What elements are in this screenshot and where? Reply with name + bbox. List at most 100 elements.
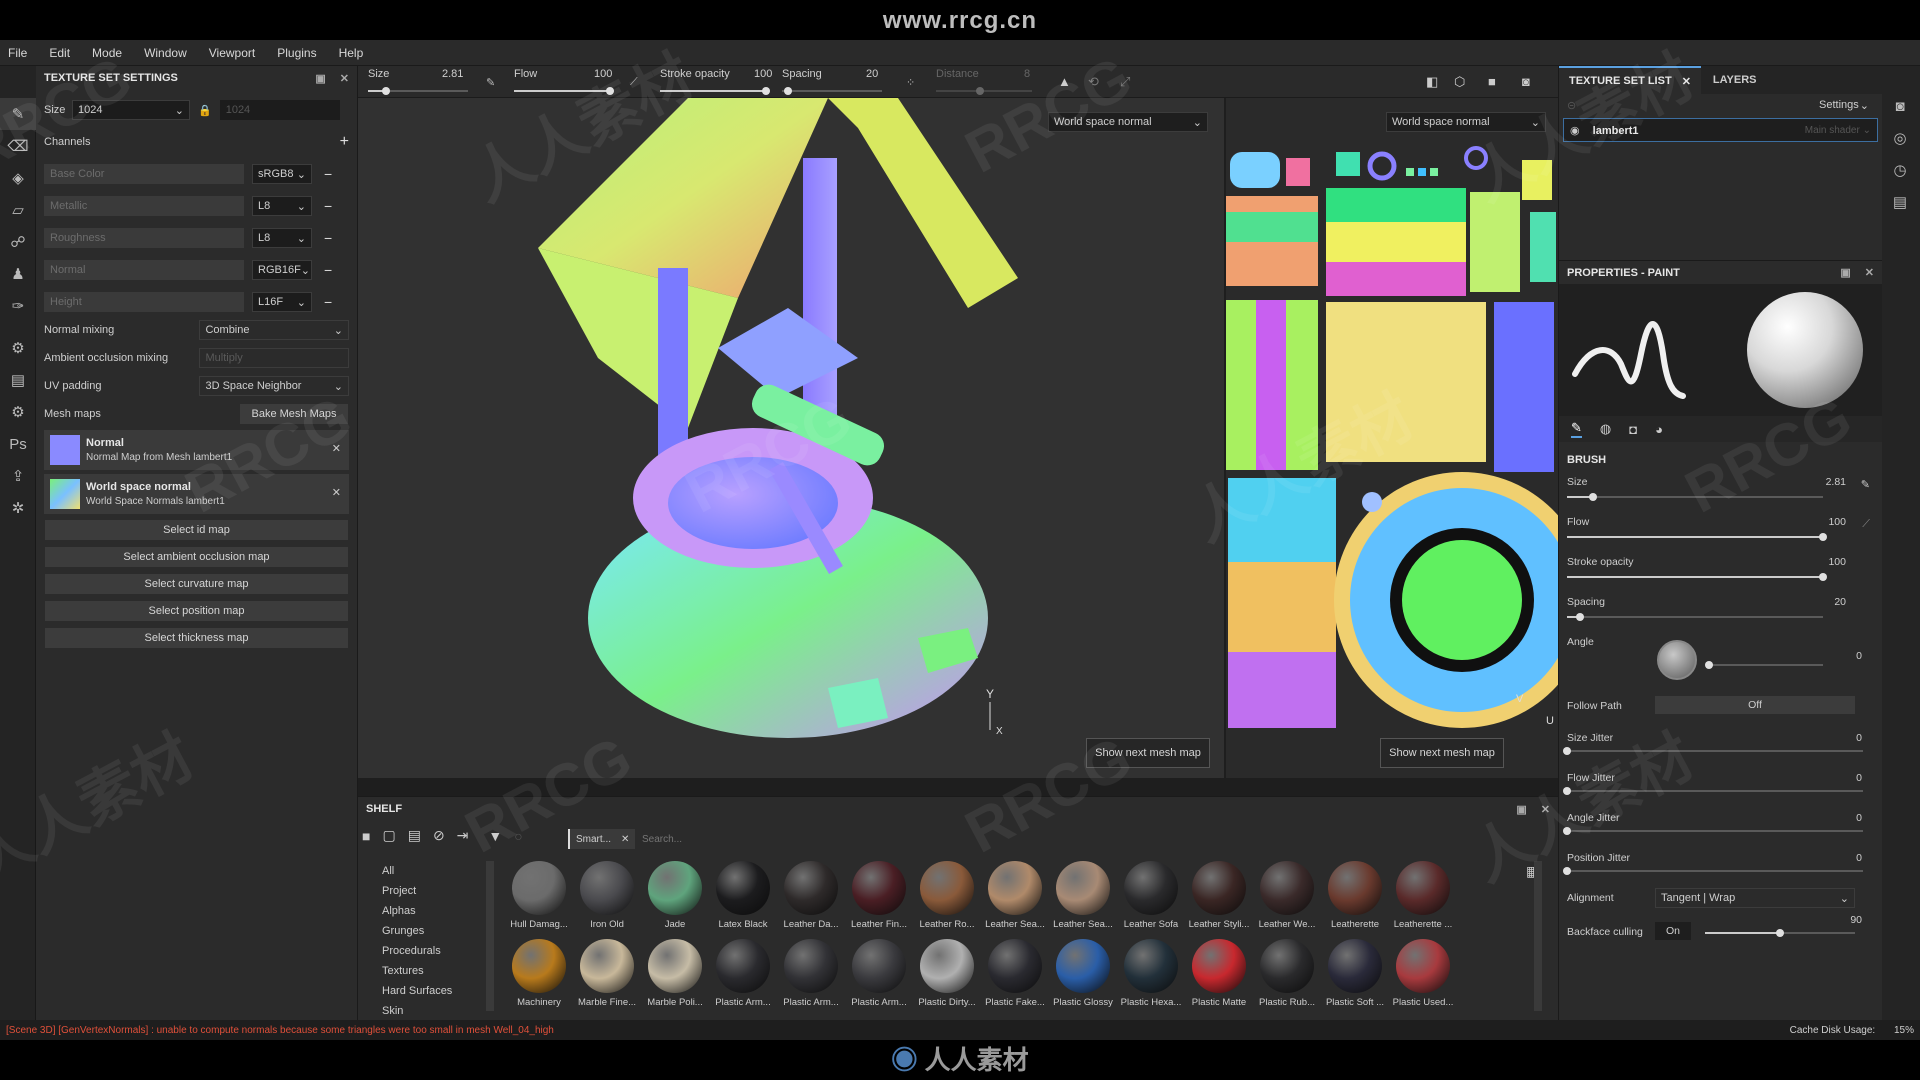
position-jitter-value[interactable]: 0 bbox=[1856, 852, 1862, 864]
link-icon[interactable]: ⊝ bbox=[1567, 99, 1576, 112]
material-thumbnail[interactable]: Leather We... bbox=[1254, 861, 1320, 930]
shelf-float-icon[interactable]: ▣ bbox=[1516, 804, 1526, 816]
close-icon[interactable]: ✕ bbox=[340, 73, 349, 85]
select-map-button[interactable]: Select ambient occlusion map bbox=[44, 546, 349, 568]
angle-dial[interactable] bbox=[1657, 640, 1697, 680]
settings-icon[interactable]: ⚙ bbox=[0, 396, 36, 428]
brush-flow-slider[interactable] bbox=[1567, 533, 1827, 541]
material-thumbnail[interactable]: Plastic Glossy bbox=[1050, 939, 1116, 1008]
select-map-button[interactable]: Select thickness map bbox=[44, 627, 349, 649]
pen-pressure-icon[interactable]: ✎ bbox=[486, 76, 495, 89]
size-dropdown[interactable]: 1024 ⌄ bbox=[72, 100, 190, 120]
shelf-close-icon[interactable]: ✕ bbox=[1541, 804, 1550, 816]
lock-icon[interactable]: 🔒 bbox=[198, 104, 212, 117]
tab-layers[interactable]: LAYERS bbox=[1701, 74, 1769, 86]
remove-mesh-map-icon[interactable]: ✕ bbox=[332, 442, 341, 455]
camera-icon[interactable]: ■ bbox=[1488, 74, 1496, 89]
material-thumbnail[interactable]: Leather Da... bbox=[778, 861, 844, 930]
menu-file[interactable]: File bbox=[8, 46, 27, 60]
stencil-tab-icon[interactable]: ◕ bbox=[1655, 422, 1663, 437]
smudge-icon[interactable]: ☍ bbox=[0, 226, 36, 258]
material-thumbnail[interactable]: Plastic Fake... bbox=[982, 939, 1048, 1008]
viewport-2d[interactable]: World space normal ⌄ V U Show next mesh … bbox=[1224, 98, 1560, 778]
channel-format-dropdown[interactable]: sRGB8 ⌄ bbox=[252, 164, 312, 184]
alignment-dropdown[interactable]: Tangent | Wrap ⌄ bbox=[1655, 888, 1855, 908]
material-thumbnail[interactable]: Iron Old bbox=[574, 861, 640, 930]
log-icon[interactable]: ▤ bbox=[1882, 186, 1918, 218]
backface-slider[interactable] bbox=[1705, 929, 1855, 937]
shelf-category-item[interactable]: Textures bbox=[382, 961, 482, 981]
backface-toggle[interactable]: On bbox=[1655, 922, 1691, 940]
opt-size-value[interactable]: 2.81 bbox=[442, 68, 463, 80]
channel-format-dropdown[interactable]: L16F ⌄ bbox=[252, 292, 312, 312]
backface-angle-value[interactable]: 90 bbox=[1850, 914, 1862, 926]
tab-texture-set-list[interactable]: TEXTURE SET LIST ✕ bbox=[1559, 66, 1701, 94]
plugin-gear-icon[interactable]: ✲ bbox=[0, 492, 36, 524]
viewport-3d[interactable]: Y X World space normal ⌄ Show next mesh m… bbox=[358, 98, 1224, 778]
symmetry-settings-icon[interactable]: ⟲ bbox=[1088, 74, 1099, 90]
shelf-category-item[interactable]: Grunges bbox=[382, 921, 482, 941]
material-thumbnail[interactable]: Plastic Soft ... bbox=[1322, 939, 1388, 1008]
material-thumbnail[interactable]: Plastic Rub... bbox=[1254, 939, 1320, 1008]
bake-icon[interactable]: ⚙ bbox=[0, 332, 36, 364]
menu-window[interactable]: Window bbox=[144, 46, 187, 60]
filter-tag[interactable]: Smart... ✕ bbox=[568, 829, 636, 849]
uv-padding-dropdown[interactable]: 3D Space Neighbor ⌄ bbox=[199, 376, 349, 396]
photoshop-icon[interactable]: Ps bbox=[0, 428, 36, 460]
lazy-mouse-icon[interactable]: ⁘ bbox=[906, 76, 915, 89]
flow-pressure-icon[interactable]: ⟋ bbox=[630, 76, 638, 89]
show-next-mesh-map-2d-button[interactable]: Show next mesh map bbox=[1380, 738, 1504, 768]
angle-jitter-slider[interactable] bbox=[1563, 827, 1863, 835]
mesh-map-slot[interactable]: Normal Normal Map from Mesh lambert1 ✕ bbox=[44, 430, 349, 470]
materials-scrollbar[interactable] bbox=[1534, 861, 1542, 1011]
paint-brush-icon[interactable]: ✎ bbox=[0, 98, 36, 130]
view3d-mode-dropdown[interactable]: World space normal ⌄ bbox=[1048, 112, 1208, 132]
folder-icon[interactable]: ■ bbox=[362, 828, 370, 844]
menu-edit[interactable]: Edit bbox=[49, 46, 70, 60]
material-tab-icon[interactable]: ◍ bbox=[1600, 421, 1611, 437]
filter-icon[interactable]: ▼ bbox=[488, 828, 502, 844]
add-channel-icon[interactable]: + bbox=[340, 133, 349, 151]
alpha-tab-icon[interactable]: ◘ bbox=[1629, 422, 1637, 437]
settings-dropdown[interactable]: Settings ⌄ bbox=[1814, 95, 1874, 115]
remove-filter-icon[interactable]: ✕ bbox=[621, 834, 629, 845]
shader-dropdown[interactable]: Main shader ⌄ bbox=[1805, 125, 1871, 136]
shelf-category-item[interactable]: All bbox=[382, 861, 482, 881]
channel-format-dropdown[interactable]: RGB16F ⌄ bbox=[252, 260, 312, 280]
material-thumbnail[interactable]: Leatherette ... bbox=[1390, 861, 1456, 930]
flow-pen-icon[interactable]: ⟋ bbox=[1862, 518, 1870, 531]
size-jitter-value[interactable]: 0 bbox=[1856, 732, 1862, 744]
opt-spacing-slider[interactable] bbox=[782, 87, 882, 95]
export-icon[interactable]: ⇪ bbox=[0, 460, 36, 492]
remove-mesh-map-icon[interactable]: ✕ bbox=[332, 486, 341, 499]
view-mode-icon[interactable]: ◧ bbox=[1426, 74, 1438, 90]
brush-stroke-slider[interactable] bbox=[1567, 573, 1827, 581]
shelf-search-input[interactable] bbox=[642, 829, 1542, 849]
material-thumbnail[interactable]: Jade bbox=[642, 861, 708, 930]
screenshot-icon[interactable]: ◙ bbox=[1522, 74, 1530, 89]
eraser-icon[interactable]: ⌫ bbox=[0, 130, 36, 162]
size-jitter-slider[interactable] bbox=[1563, 747, 1863, 755]
symmetry-icon[interactable]: ▲ bbox=[1058, 74, 1071, 89]
mesh-map-slot[interactable]: World space normal World Space Normals l… bbox=[44, 474, 349, 514]
normal-mixing-dropdown[interactable]: Combine ⌄ bbox=[199, 320, 349, 340]
menu-mode[interactable]: Mode bbox=[92, 46, 122, 60]
material-thumbnail[interactable]: Plastic Arm... bbox=[846, 939, 912, 1008]
shelf-category-item[interactable]: Alphas bbox=[382, 901, 482, 921]
color-picker-icon[interactable]: ✑ bbox=[0, 290, 36, 322]
angle-jitter-value[interactable]: 0 bbox=[1856, 812, 1862, 824]
export-shelf-icon[interactable]: ⇥ bbox=[457, 827, 469, 844]
opt-size-slider[interactable] bbox=[368, 87, 468, 95]
polygon-fill-icon[interactable]: ▱ bbox=[0, 194, 36, 226]
material-thumbnail[interactable]: Leather Fin... bbox=[846, 861, 912, 930]
material-thumbnail[interactable]: Latex Black bbox=[710, 861, 776, 930]
menu-viewport[interactable]: Viewport bbox=[209, 46, 255, 60]
size-pen-icon[interactable]: ✎ bbox=[1861, 478, 1870, 491]
channel-format-dropdown[interactable]: L8 ⌄ bbox=[252, 228, 312, 248]
opt-flow-slider[interactable] bbox=[514, 87, 614, 95]
flow-jitter-slider[interactable] bbox=[1563, 787, 1863, 795]
texture-set-item[interactable]: ◉ lambert1 Main shader ⌄ bbox=[1563, 118, 1878, 142]
new-icon[interactable]: ▢ bbox=[382, 827, 395, 844]
brush-stroke-value[interactable]: 100 bbox=[1828, 556, 1846, 568]
material-thumbnail[interactable]: Marble Poli... bbox=[642, 939, 708, 1008]
